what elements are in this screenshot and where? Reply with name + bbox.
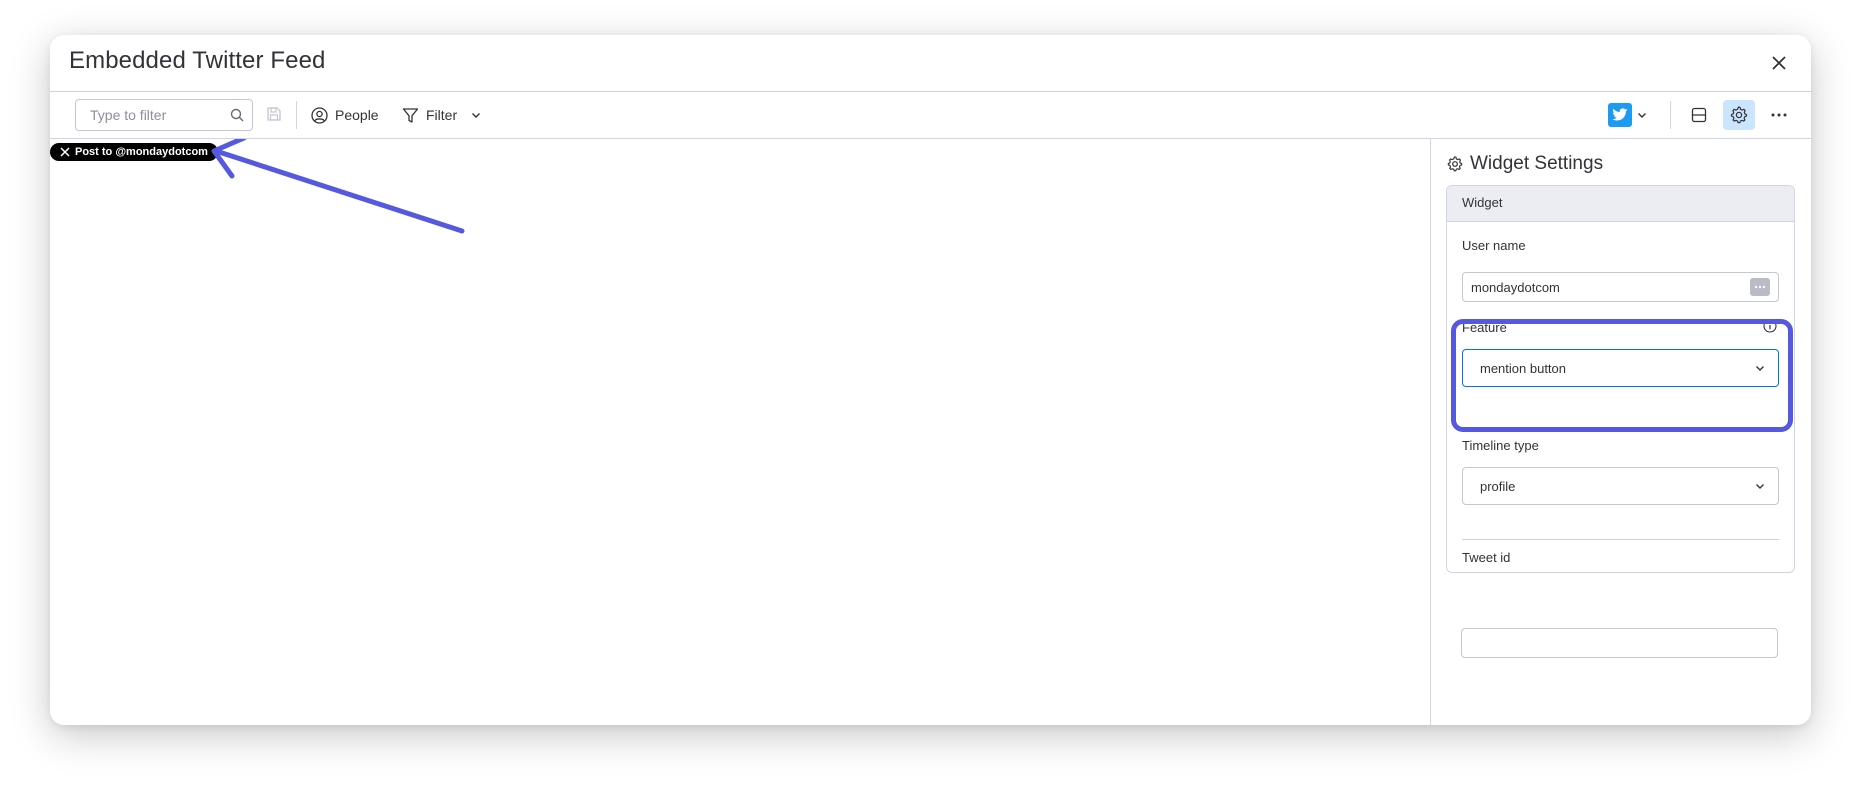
widget-section: Widget User name Feature men bbox=[1446, 185, 1795, 573]
modal-header: Embedded Twitter Feed bbox=[50, 35, 1811, 92]
people-label: People bbox=[335, 107, 379, 123]
user-name-field bbox=[1462, 272, 1779, 302]
timeline-type-label: Timeline type bbox=[1462, 438, 1539, 453]
section-divider bbox=[1462, 539, 1779, 540]
people-icon bbox=[311, 106, 328, 124]
close-icon bbox=[1772, 56, 1786, 70]
modal-title: Embedded Twitter Feed bbox=[69, 47, 326, 74]
feature-select-value: mention button bbox=[1480, 360, 1567, 376]
section-header: Widget bbox=[1447, 186, 1794, 222]
gear-icon bbox=[1730, 106, 1748, 124]
mention-button-label: Post to @mondaydotcom bbox=[75, 146, 208, 158]
widget-type-button[interactable] bbox=[1608, 103, 1648, 127]
close-button[interactable] bbox=[1765, 49, 1793, 77]
layout-icon bbox=[1691, 107, 1707, 123]
timeline-type-value: profile bbox=[1480, 478, 1516, 494]
search-box bbox=[75, 99, 253, 131]
tweet-id-label: Tweet id bbox=[1462, 550, 1511, 565]
chevron-down-icon bbox=[1756, 484, 1764, 489]
more-options-button[interactable] bbox=[1763, 100, 1795, 130]
toolbar-right bbox=[1608, 100, 1795, 130]
modal-window: Embedded Twitter Feed Type to filter Peo… bbox=[50, 35, 1811, 725]
dots-icon bbox=[1754, 285, 1766, 289]
search-input[interactable] bbox=[90, 107, 230, 123]
toolbar-divider bbox=[296, 101, 297, 129]
feature-label: Feature bbox=[1462, 320, 1507, 335]
tweet-id-field bbox=[1461, 628, 1778, 658]
people-filter-button[interactable]: People bbox=[311, 100, 379, 130]
twitter-icon bbox=[1608, 103, 1632, 127]
save-icon bbox=[267, 107, 281, 121]
mention-button[interactable]: Post to @mondaydotcom bbox=[50, 143, 218, 161]
more-icon bbox=[1771, 113, 1787, 117]
gear-icon bbox=[1447, 156, 1463, 172]
toolbar-divider bbox=[1670, 101, 1671, 129]
widget-canvas: Post to @mondaydotcom bbox=[50, 139, 1430, 725]
settings-panel: Widget Settings Widget User name Feature bbox=[1430, 139, 1811, 725]
user-name-label: User name bbox=[1462, 238, 1526, 253]
info-icon[interactable] bbox=[1763, 319, 1777, 333]
save-view-button[interactable] bbox=[266, 106, 282, 127]
timeline-type-select[interactable]: profile bbox=[1462, 467, 1779, 505]
search-icon bbox=[230, 108, 244, 122]
filter-icon bbox=[402, 107, 419, 123]
widget-settings-button[interactable] bbox=[1723, 100, 1755, 130]
settings-title-text: Widget Settings bbox=[1470, 153, 1604, 174]
chevron-down-icon bbox=[1638, 113, 1646, 118]
chevron-down-icon bbox=[1756, 366, 1764, 371]
annotation-arrow bbox=[211, 139, 465, 234]
user-name-input[interactable] bbox=[1471, 279, 1750, 295]
dynamic-value-button[interactable] bbox=[1750, 278, 1770, 296]
feature-select[interactable]: mention button bbox=[1462, 349, 1779, 387]
filter-button[interactable]: Filter bbox=[402, 100, 482, 130]
chevron-down-icon bbox=[472, 113, 481, 118]
toolbar: People Filter bbox=[50, 92, 1811, 139]
settings-title: Widget Settings bbox=[1447, 153, 1603, 175]
x-logo-icon bbox=[60, 147, 70, 157]
filter-label: Filter bbox=[426, 107, 458, 123]
tweet-id-input[interactable] bbox=[1470, 635, 1769, 651]
layout-button[interactable] bbox=[1683, 100, 1715, 130]
